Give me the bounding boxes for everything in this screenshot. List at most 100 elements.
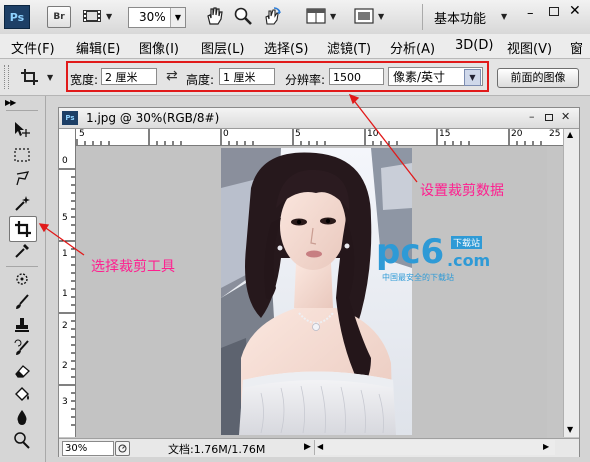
watermark-slogan: 中国最安全的下载站 <box>382 273 454 282</box>
ruler-tick-label: 5 <box>62 213 68 223</box>
magic-wand-tool-icon[interactable] <box>10 192 34 214</box>
menu-filter[interactable]: 滤镜(T) <box>327 38 371 57</box>
horizontal-ruler[interactable]: 5 0 5 10 15 20 25 <box>75 129 563 146</box>
clone-stamp-tool-icon[interactable] <box>10 314 34 336</box>
height-label: 高度: <box>186 73 215 87</box>
menu-edit[interactable]: 编辑(E) <box>76 38 120 57</box>
close-icon[interactable]: ✕ <box>561 110 570 123</box>
zoom-tool-icon[interactable] <box>233 6 253 26</box>
crop-tool-icon[interactable] <box>9 216 37 242</box>
scroll-left-icon[interactable]: ◀ <box>317 442 323 451</box>
resolution-label: 分辨率: <box>285 73 326 87</box>
tools-divider <box>6 110 38 111</box>
panel-collapse-icon[interactable]: ▶▶ <box>5 98 16 107</box>
eraser-tool-icon[interactable] <box>10 360 34 382</box>
hand-tool-icon[interactable] <box>204 6 224 26</box>
restore-icon[interactable] <box>545 114 553 121</box>
resolution-unit-value: 像素/英寸 <box>393 70 446 84</box>
document-titlebar[interactable]: Ps 1.jpg @ 30%(RGB/8#) – ✕ <box>59 108 579 129</box>
vertical-ruler[interactable]: 0 5 1 1 2 2 3 <box>59 129 76 437</box>
ruler-tick-label: 20 <box>511 129 523 139</box>
horizontal-scrollbar[interactable]: ◀ ▶ <box>314 440 555 455</box>
ruler-tick-label: 3 <box>62 397 68 407</box>
chevron-down-icon[interactable]: ▼ <box>330 12 336 21</box>
tools-panel: ▶▶ <box>0 96 46 462</box>
ruler-tick-label: 2 <box>62 361 68 371</box>
crop-preset-icon[interactable] <box>20 68 40 86</box>
resolution-field[interactable]: 1500 <box>329 68 384 85</box>
watermark-suffix: .com <box>447 251 491 270</box>
ruler-tick-label: 1 <box>62 289 68 299</box>
menu-file[interactable]: 文件(F) <box>11 38 55 57</box>
ruler-tick-label: 2 <box>62 321 68 331</box>
paint-bucket-tool-icon[interactable] <box>10 383 34 405</box>
options-bar: ▼ 宽度: 2 厘米 ⇄ 高度: 1 厘米 分辨率: 1500 像素/英寸 ▼ … <box>0 59 590 96</box>
ruler-tick-label: 0 <box>223 129 229 139</box>
minimize-icon[interactable]: – <box>527 6 534 21</box>
scroll-down-icon[interactable]: ▼ <box>567 425 573 434</box>
status-info-icon[interactable] <box>115 441 130 456</box>
workspace-switcher[interactable]: 基本功能 <box>434 8 486 27</box>
width-field[interactable]: 2 厘米 <box>101 68 157 85</box>
application-bar: Ps Br ▼ 30% ▼ ▼ ▼ 基本功能 ▼ – ✕ <box>0 0 590 35</box>
menu-layer[interactable]: 图层(L) <box>201 38 244 57</box>
dodge-tool-icon[interactable] <box>10 429 34 451</box>
scroll-up-icon[interactable]: ▲ <box>567 130 573 139</box>
rotate-view-icon[interactable] <box>262 6 282 26</box>
menu-3d[interactable]: 3D(D) <box>455 38 493 53</box>
height-field[interactable]: 1 厘米 <box>219 68 275 85</box>
resolution-unit-select[interactable]: 像素/英寸 ▼ <box>388 67 483 86</box>
move-tool-icon[interactable] <box>10 119 34 141</box>
toolbar-divider <box>422 4 423 30</box>
blur-tool-icon[interactable] <box>10 406 34 428</box>
close-icon[interactable]: ✕ <box>569 3 581 19</box>
chevron-down-icon[interactable]: ▼ <box>170 8 185 27</box>
vertical-scrollbar[interactable]: ▲ ▼ <box>563 129 579 437</box>
status-menu-arrow-icon[interactable]: ▶ <box>304 442 311 452</box>
marquee-tool-icon[interactable] <box>10 144 34 166</box>
arrange-documents-icon[interactable] <box>306 8 326 24</box>
chevron-down-icon[interactable]: ▼ <box>464 69 481 86</box>
lasso-tool-icon[interactable] <box>10 168 34 190</box>
ruler-tick-label: 0 <box>62 156 68 166</box>
annotation-crop-settings: 设置裁剪数据 <box>420 183 504 199</box>
eyedropper-tool-icon[interactable] <box>10 240 34 262</box>
photoshop-doc-icon: Ps <box>62 111 78 125</box>
status-zoom-field[interactable]: 30% <box>62 441 114 456</box>
ruler-tick-label: 15 <box>439 129 451 139</box>
menu-select[interactable]: 选择(S) <box>264 38 308 57</box>
status-bar: 30% 文档:1.76M/1.76M ▶ ◀ ▶ <box>59 438 579 457</box>
document-window: Ps 1.jpg @ 30%(RGB/8#) – ✕ 5 0 5 10 15 2… <box>58 107 580 457</box>
watermark-tag: 下载站 <box>451 236 483 249</box>
brush-tool-icon[interactable] <box>10 291 34 313</box>
history-brush-tool-icon[interactable] <box>10 337 34 359</box>
options-grip[interactable] <box>4 65 9 89</box>
film-strip-icon[interactable] <box>82 8 102 24</box>
ruler-tick-label: 25 <box>549 129 561 139</box>
document-photo[interactable] <box>221 148 412 435</box>
screen-mode-icon[interactable] <box>354 8 374 24</box>
minimize-icon[interactable]: – <box>529 110 535 123</box>
menu-analysis[interactable]: 分析(A) <box>390 38 435 57</box>
swap-dimensions-icon[interactable]: ⇄ <box>166 68 178 84</box>
chevron-down-icon[interactable]: ▼ <box>106 12 112 21</box>
scroll-right-icon[interactable]: ▶ <box>543 442 549 451</box>
chevron-down-icon[interactable]: ▼ <box>378 12 384 21</box>
ruler-tick-label: 1 <box>62 249 68 259</box>
bridge-button[interactable]: Br <box>47 6 71 28</box>
chevron-down-icon[interactable]: ▼ <box>501 12 507 21</box>
menu-window[interactable]: 窗 <box>570 38 583 57</box>
front-image-button[interactable]: 前面的图像 <box>497 68 579 88</box>
document-size-info: 文档:1.76M/1.76M <box>168 443 266 456</box>
tools-divider <box>6 266 38 267</box>
zoom-level-select[interactable]: 30% ▼ <box>128 7 186 28</box>
zoom-level-value: 30% <box>139 10 166 24</box>
menu-bar: 文件(F) 编辑(E) 图像(I) 图层(L) 选择(S) 滤镜(T) 分析(A… <box>0 34 590 59</box>
menu-image[interactable]: 图像(I) <box>139 38 179 57</box>
restore-icon[interactable] <box>549 7 559 16</box>
annotation-select-crop-tool: 选择裁剪工具 <box>91 259 175 275</box>
menu-view[interactable]: 视图(V) <box>507 38 552 57</box>
chevron-down-icon[interactable]: ▼ <box>47 73 53 82</box>
healing-brush-tool-icon[interactable] <box>10 268 34 290</box>
width-label: 宽度: <box>70 73 99 87</box>
